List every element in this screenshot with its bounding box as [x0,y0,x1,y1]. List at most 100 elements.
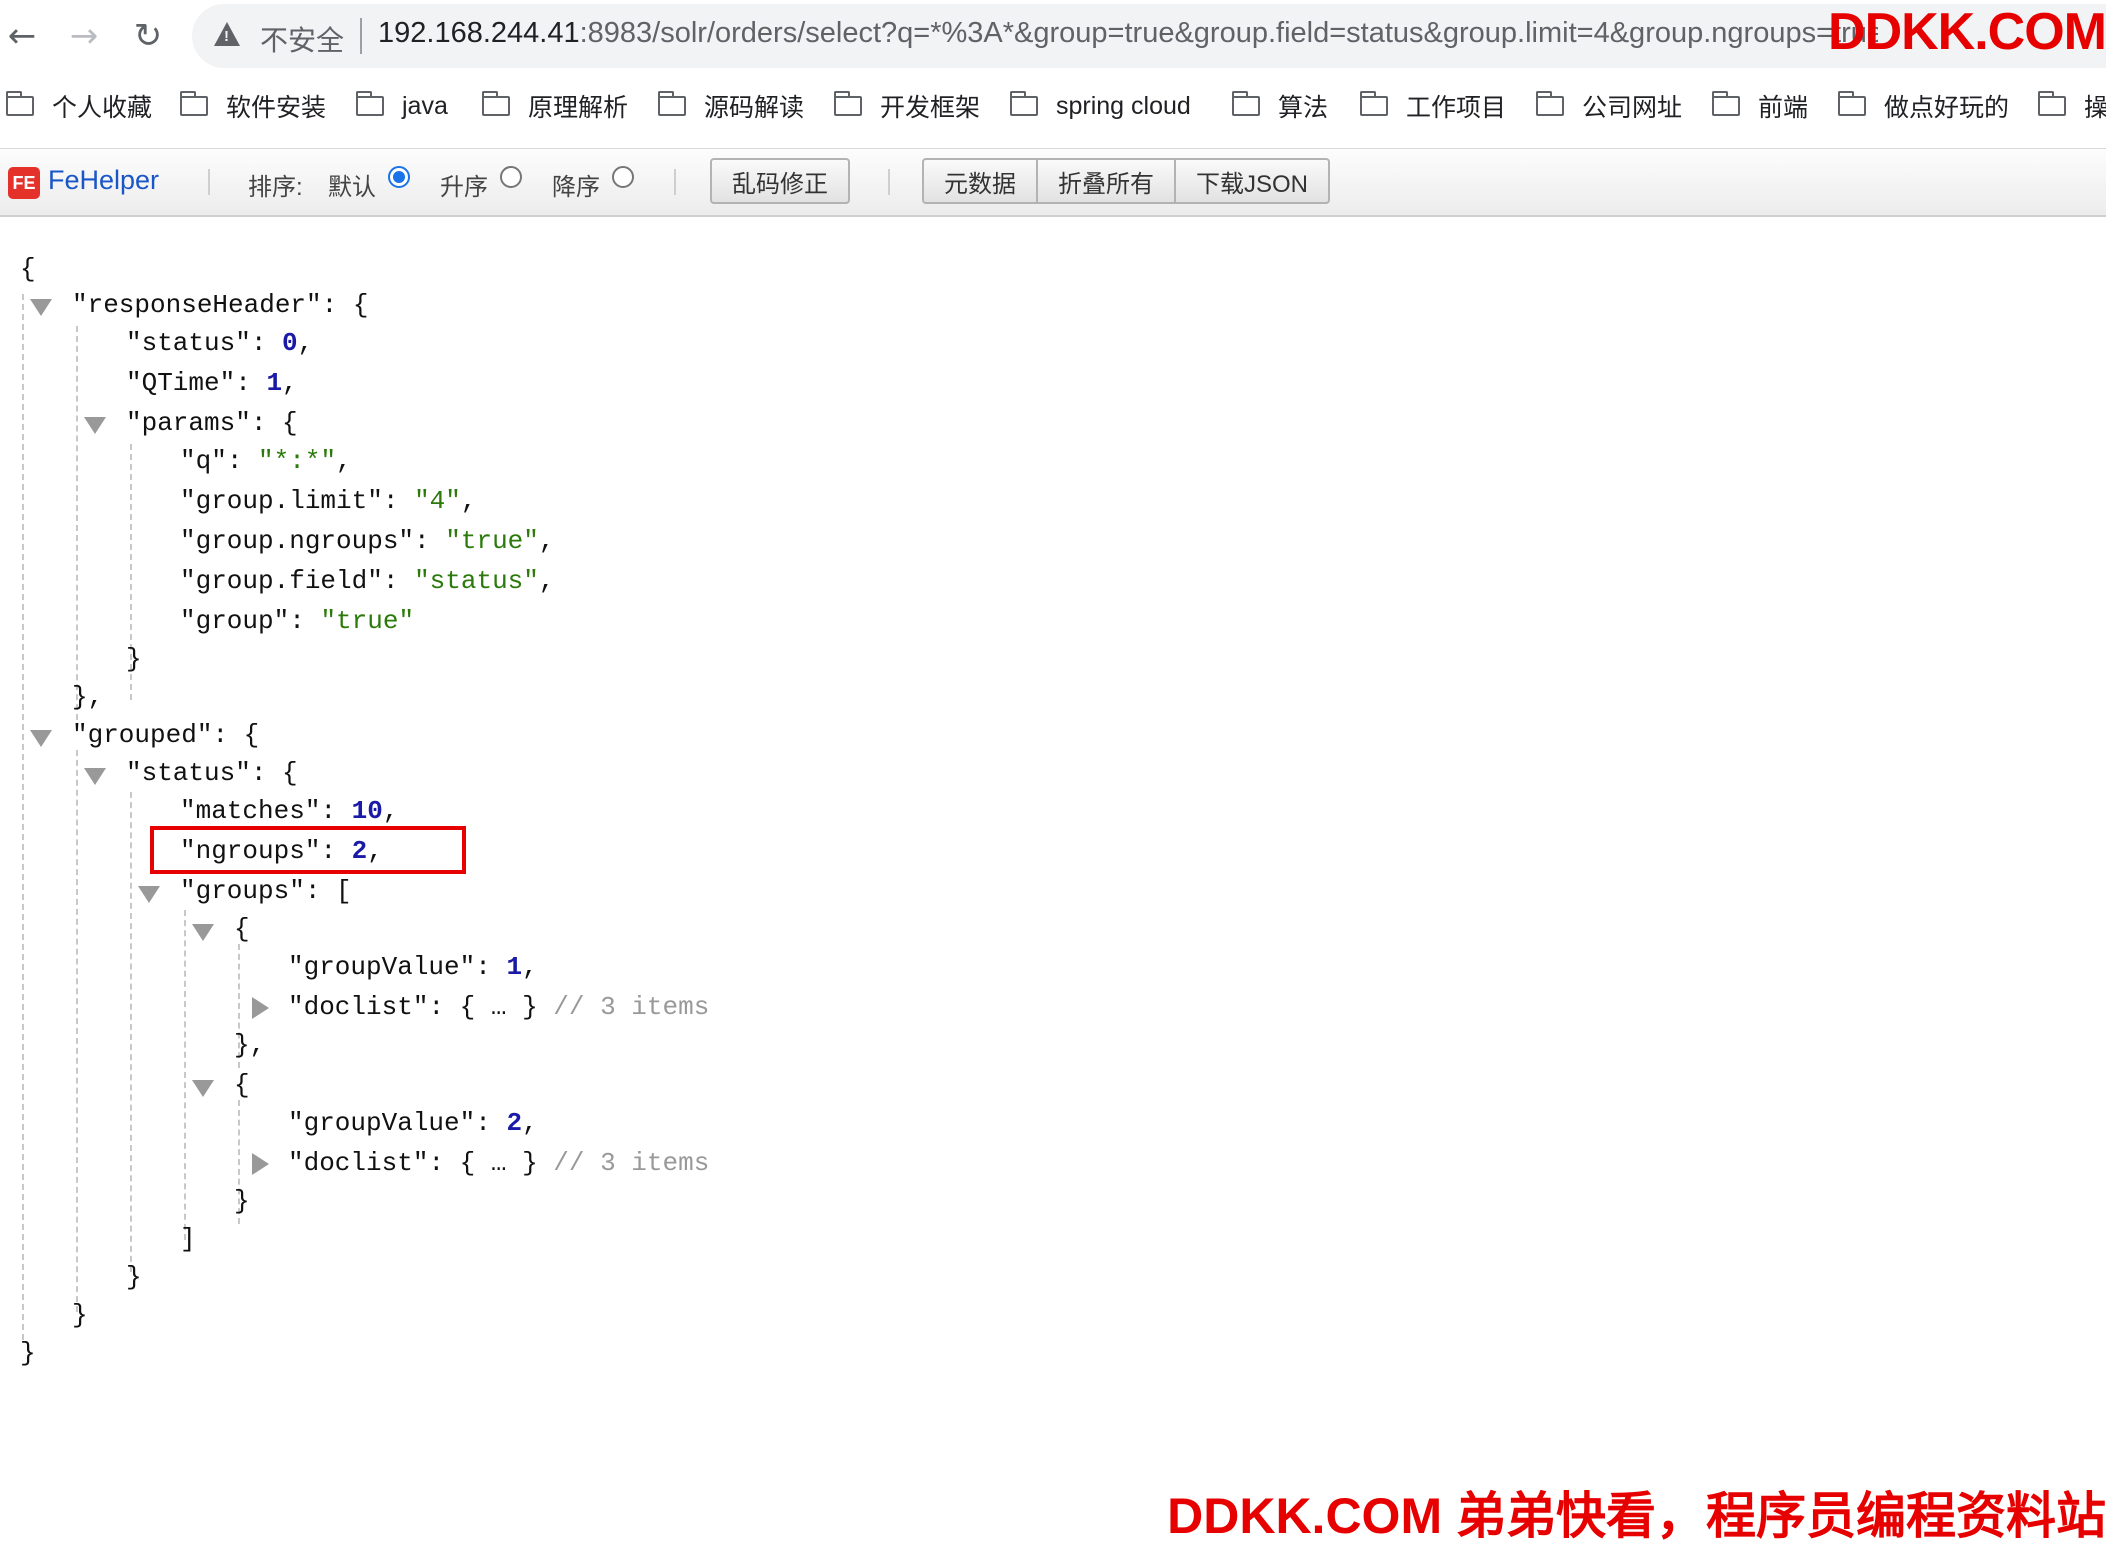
fix-encoding-button[interactable]: 乱码修正 [710,158,850,204]
bookmark-folder[interactable]: 操 [2037,88,2106,124]
bookmark-folder[interactable]: 前端 [1711,88,1809,124]
json-key: "group" [180,606,290,636]
json-number: 1 [506,952,523,982]
bookmark-folder[interactable]: 源码解读 [657,88,804,124]
json-string: "true" [320,606,415,636]
bookmark-folder[interactable]: 个人收藏 [5,88,153,124]
json-key: "q" [180,446,227,476]
json-object-open: { [234,1070,250,1100]
json-line-groups: "groups": [ [180,876,352,906]
folder-icon [1711,91,1740,116]
indent-guide [22,294,24,1340]
download-json-button[interactable]: 下载JSON [1174,158,1330,204]
json-number: 10 [351,796,383,826]
watermark-top: DDKK.COM [1828,3,2106,61]
bookmark-folder[interactable]: java [355,88,448,124]
address-bar[interactable]: 不安全 192.168.244.41:8983/solr/orders/sele… [192,4,2106,68]
bookmark-label: 前端 [1758,94,1809,122]
json-close-brace: } [234,1186,250,1216]
collapse-toggle-icon[interactable] [192,924,214,941]
bookmark-folder[interactable]: 原理解析 [481,88,628,124]
json-key: "group.ngroups" [180,526,415,556]
ngroups-highlight-box [150,826,466,874]
url-text[interactable]: 192.168.244.41:8983/solr/orders/select?q… [378,17,1878,50]
collapse-toggle-icon[interactable] [192,1080,214,1097]
json-collapsed-object[interactable]: { … } [460,1148,538,1178]
json-key: "groups" [180,876,305,906]
json-close-brace: } [126,1262,142,1292]
collapse-all-button[interactable]: 折叠所有 [1036,158,1176,204]
folder-icon [1837,91,1866,116]
sort-default-label[interactable]: 默认 [328,167,376,202]
metadata-button[interactable]: 元数据 [922,158,1038,204]
folder-icon [5,91,34,116]
bookmark-label: 算法 [1278,94,1329,122]
json-comment: // 3 items [553,992,710,1022]
json-line-group: "group": "true" [180,606,415,636]
json-line-groupvalue: "groupValue": 2, [288,1108,538,1138]
security-status[interactable]: 不安全 [260,19,344,59]
bookmark-folder[interactable]: 做点好玩的 [1837,88,2010,124]
json-close-brace: } [126,644,142,674]
bookmark-label: 软件安装 [226,94,327,122]
sort-asc-label[interactable]: 升序 [440,167,488,202]
bookmark-folder[interactable]: spring cloud [1009,88,1191,124]
json-line-matches: "matches": 10, [180,796,399,826]
json-line-group-field: "group.field": "status", [180,566,555,596]
fehelper-name[interactable]: FeHelper [48,165,159,196]
bookmark-folder[interactable]: 软件安装 [179,88,327,124]
json-string: "4" [414,486,461,516]
json-line-doclist: "doclist": { … } // 3 items [288,992,710,1022]
expand-toggle-icon[interactable] [252,1153,269,1175]
json-key: "status" [126,328,251,358]
expand-toggle-icon[interactable] [252,997,269,1019]
sort-desc-label[interactable]: 降序 [552,167,600,202]
json-key: "group.field" [180,566,383,596]
folder-icon [1009,91,1038,116]
json-key: "doclist" [288,992,429,1022]
back-arrow-icon[interactable]: ← [0,14,44,58]
json-close-brace: }, [72,682,104,712]
bookmark-folder[interactable]: 算法 [1231,88,1329,124]
watermark-bottom: DDKK.COM 弟弟快看，程序员编程资料站 [1167,1488,2106,1544]
indent-guide [184,910,186,1240]
json-line-grouped-status: "status": { [126,758,298,788]
json-collapsed-object[interactable]: { … } [460,992,538,1022]
folder-icon [1359,91,1388,116]
json-viewer: { "responseHeader": { "status": 0, "QTim… [0,250,2106,1368]
json-key: "groupValue" [288,952,476,982]
bookmark-label: 做点好玩的 [1884,94,2010,122]
collapse-toggle-icon[interactable] [138,886,160,903]
sort-asc-radio[interactable] [500,166,522,188]
bookmark-folder[interactable]: 开发框架 [833,88,981,124]
json-key: "params" [126,408,251,438]
sort-default-radio[interactable] [388,166,410,188]
bookmark-label: 开发框架 [880,94,981,122]
indent-guide [76,750,78,1312]
collapse-toggle-icon[interactable] [30,730,52,747]
indent-guide [76,326,78,730]
json-close-brace: }, [234,1030,266,1060]
collapse-toggle-icon[interactable] [30,299,52,316]
collapse-toggle-icon[interactable] [84,768,106,785]
url-separator [360,18,362,54]
folder-icon [179,91,208,116]
bookmark-label: 公司网址 [1582,94,1683,122]
bookmark-label: 操 [2084,94,2106,122]
json-key: "group.limit" [180,486,383,516]
bookmark-folder[interactable]: 工作项目 [1359,88,1506,124]
indent-guide [130,792,132,1272]
warning-icon[interactable] [214,22,240,46]
json-line-group-ngroups: "group.ngroups": "true", [180,526,555,556]
folder-icon [2037,91,2066,116]
bookmark-folder[interactable]: 公司网址 [1535,88,1683,124]
json-key: "groupValue" [288,1108,476,1138]
collapse-toggle-icon[interactable] [84,417,106,434]
forward-arrow-icon[interactable]: → [62,14,106,58]
json-line-params: "params": { [126,408,298,438]
sort-desc-radio[interactable] [612,166,634,188]
reload-icon[interactable]: ↻ [126,14,170,58]
json-root-open: { [20,250,36,288]
bookmark-label: 个人收藏 [52,94,153,122]
json-comment: // 3 items [553,1148,710,1178]
